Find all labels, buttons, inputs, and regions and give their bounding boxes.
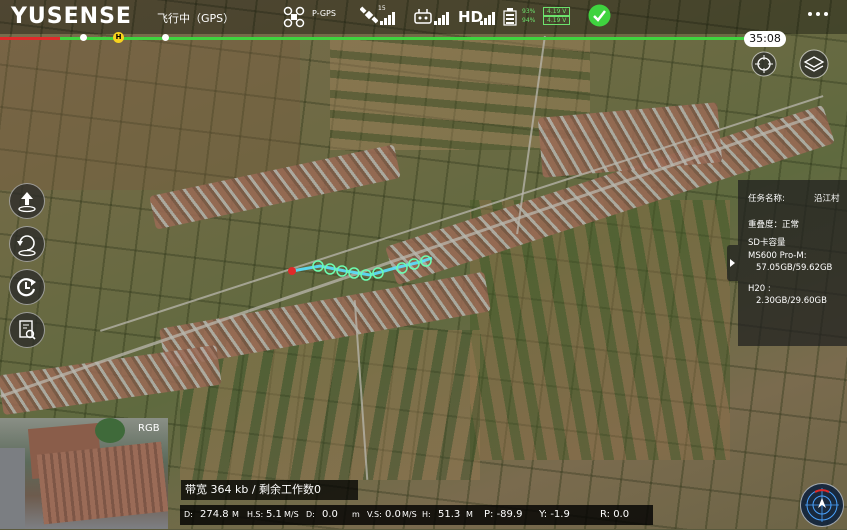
- sd-capacity-title: SD卡容量: [748, 238, 786, 248]
- remote-controller-icon: [414, 9, 432, 24]
- camera2-capacity: 2.30GB/29.60GB: [756, 296, 827, 306]
- refresh-circle-icon: [17, 278, 36, 297]
- status-ok-check-icon[interactable]: [588, 4, 611, 27]
- roll-value: R: 0.0: [600, 509, 630, 520]
- chevron-right-icon: [730, 259, 735, 267]
- video-signal-bars-icon: [480, 12, 495, 25]
- camera1-name: MS600 Pro-M:: [748, 251, 807, 261]
- locate-crosshair-icon[interactable]: [751, 51, 777, 77]
- home-point-icon: [288, 267, 296, 275]
- height-unit: M: [466, 510, 473, 519]
- mission-detail-button[interactable]: [9, 312, 45, 348]
- hspeed-label: H.S:: [247, 510, 264, 519]
- rc-signal-bars-icon: [434, 12, 449, 25]
- panel-collapse-tab[interactable]: [727, 245, 738, 281]
- task-name-label: 任务名称:: [748, 194, 785, 204]
- timeline-marker: [80, 34, 87, 41]
- battery-icon: [503, 8, 517, 26]
- telemetry-bar: D: 274.8 M H.S: 5.1 M/S D: 0.0 m V.S: 0.…: [180, 505, 653, 525]
- return-home-button[interactable]: [9, 226, 45, 262]
- timeline-marker: [162, 34, 169, 41]
- yaw-value: Y: -1.9: [539, 509, 570, 520]
- battery2-percent: 94%: [522, 17, 536, 24]
- signal-bars-icon: [380, 12, 395, 25]
- hspeed-value: 5.1: [266, 509, 282, 520]
- gps-mode-label: P-GPS: [312, 9, 336, 18]
- battery1-percent: 93%: [522, 8, 536, 15]
- rgb-video-preview[interactable]: [0, 418, 168, 529]
- height-value: 51.3: [438, 509, 461, 520]
- task-name-value: 沿江村: [814, 194, 840, 204]
- app-logo: YUSENSE: [11, 4, 132, 29]
- tree: [95, 418, 125, 443]
- flight-progress-bar: H: [0, 32, 760, 43]
- low-battery-segment: [0, 37, 60, 40]
- battery2-voltage: 4.19 V: [543, 16, 571, 25]
- vspeed-unit: M/S: [402, 510, 417, 519]
- attitude-radar[interactable]: [800, 483, 844, 527]
- bandwidth-info: 带宽 364 kb / 剩余工作数0: [181, 480, 358, 500]
- mission-resume-button[interactable]: [9, 269, 45, 305]
- flight-status-label[interactable]: 飞行中（GPS）: [157, 10, 234, 26]
- radar-compass-icon: [805, 488, 839, 522]
- height-label: H:: [422, 510, 431, 519]
- camera2-name: H20 :: [748, 284, 771, 294]
- distance-value: 274.8: [200, 509, 229, 520]
- building-roof: [36, 441, 168, 525]
- pip-source-label[interactable]: RGB: [138, 423, 160, 434]
- satellite-icon: [360, 6, 378, 24]
- distance-unit: M: [232, 510, 239, 519]
- flight-timer: 35:08: [744, 31, 786, 47]
- distance2-unit: m: [352, 510, 360, 519]
- document-search-icon: [19, 320, 36, 340]
- overlap-status: 重叠度：正常: [748, 220, 800, 230]
- takeoff-button[interactable]: [9, 183, 45, 219]
- return-home-icon: [17, 235, 36, 257]
- home-marker: H: [113, 32, 124, 43]
- drone-icon[interactable]: [283, 6, 305, 28]
- battery1-voltage: 4.19 V: [543, 7, 571, 16]
- distance2-label: D:: [306, 510, 315, 519]
- vspeed-label: V.S:: [367, 510, 382, 519]
- more-dots-icon[interactable]: [807, 10, 829, 18]
- pitch-value: P: -89.9: [484, 509, 523, 520]
- road-surface: [0, 448, 25, 529]
- distance2-value: 0.0: [322, 509, 338, 520]
- map-layers-icon[interactable]: [799, 49, 829, 79]
- takeoff-icon: [18, 192, 36, 213]
- camera1-capacity: 57.05GB/59.62GB: [756, 263, 833, 273]
- hspeed-unit: M/S: [284, 510, 299, 519]
- vspeed-value: 0.0: [385, 509, 401, 520]
- distance-label: D:: [184, 510, 193, 519]
- mission-info-panel: 任务名称: 沿江村 重叠度：正常 SD卡容量 MS600 Pro-M: 57.0…: [738, 180, 847, 346]
